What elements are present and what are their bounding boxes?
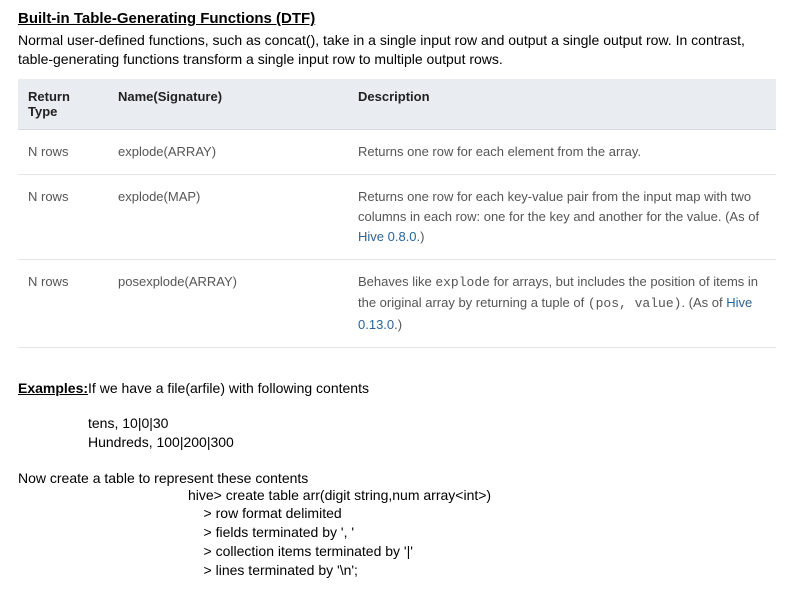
file-line: Hundreds, 100|200|300 [88,433,776,452]
hive-version-link[interactable]: Hive 0.8.0. [358,229,420,244]
cell-desc: Returns one row for each key-value pair … [348,174,776,259]
cell-name: explode(ARRAY) [108,129,348,174]
desc-text: . (As of [681,295,726,310]
table-row: N rows explode(MAP) Returns one row for … [18,174,776,259]
cell-name: posexplode(ARRAY) [108,260,348,347]
intro-paragraph: Normal user-defined functions, such as c… [18,31,776,69]
table-row: N rows posexplode(ARRAY) Behaves like ex… [18,260,776,347]
code-inline: explode [435,275,490,290]
hive-code-block: hive> create table arr(digit string,num … [188,486,776,580]
section-heading: Built-in Table-Generating Functions (DTF… [18,10,776,27]
code-line: > collection items terminated by '|' [188,542,776,561]
code-line: > fields terminated by ', ' [188,523,776,542]
th-return-type: Return Type [18,79,108,130]
cell-return: N rows [18,260,108,347]
functions-table: Return Type Name(Signature) Description … [18,79,776,348]
code-line: hive> create table arr(digit string,num … [188,486,776,505]
table-header-row: Return Type Name(Signature) Description [18,79,776,130]
cell-desc: Returns one row for each element from th… [348,129,776,174]
cell-return: N rows [18,174,108,259]
th-name: Name(Signature) [108,79,348,130]
code-line: > lines terminated by '\n'; [188,561,776,580]
cell-desc: Behaves like explode for arrays, but inc… [348,260,776,347]
create-table-label: Now create a table to represent these co… [18,470,776,486]
code-line: > row format delimited [188,504,776,523]
examples-label: Examples: [18,380,88,396]
desc-text: Behaves like [358,274,435,289]
examples-intro: If we have a file(arfile) with following… [88,380,369,396]
desc-text: Returns one row for each key-value pair … [358,189,759,224]
document-body: Built-in Table-Generating Functions (DTF… [0,0,794,600]
desc-text: ) [420,229,424,244]
th-return-l2: Type [28,104,57,119]
examples-section: Examples:If we have a file(arfile) with … [18,380,776,396]
cell-name: explode(MAP) [108,174,348,259]
file-contents: tens, 10|0|30 Hundreds, 100|200|300 [88,414,776,452]
code-inline: (pos, value) [588,296,682,311]
file-line: tens, 10|0|30 [88,414,776,433]
th-return-l1: Return [28,89,70,104]
th-description: Description [348,79,776,130]
table-row: N rows explode(ARRAY) Returns one row fo… [18,129,776,174]
desc-text: .) [394,317,402,332]
cell-return: N rows [18,129,108,174]
